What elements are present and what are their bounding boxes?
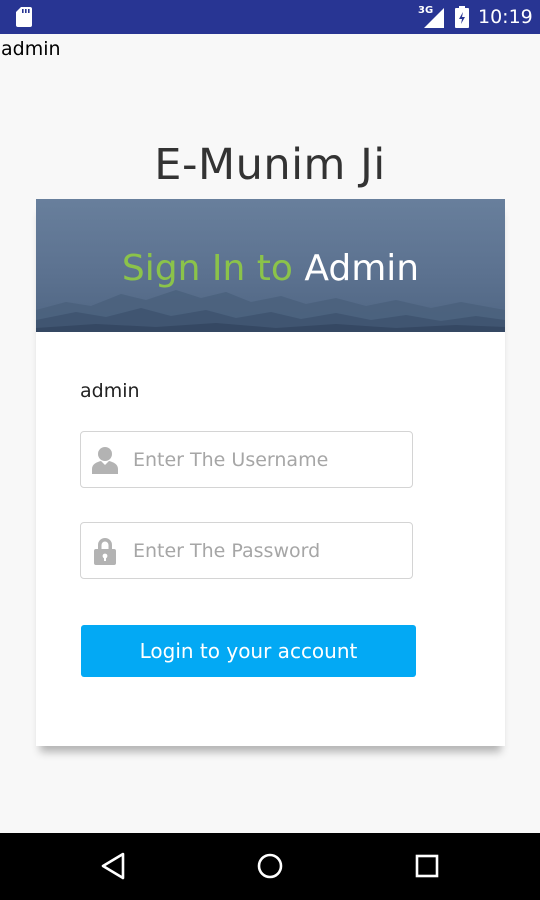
- recents-button[interactable]: [405, 846, 449, 886]
- password-field[interactable]: [80, 522, 413, 579]
- status-bar: 3G 10:19: [0, 0, 540, 34]
- app-title: E-Munim Ji: [154, 140, 386, 190]
- app-label: admin: [1, 38, 61, 60]
- status-clock: 10:19: [478, 6, 533, 28]
- banner-title: Sign In to Admin: [36, 247, 505, 291]
- login-button[interactable]: Login to your account: [81, 625, 416, 677]
- login-card: Sign In to Admin admin Login to your acc…: [36, 199, 505, 746]
- battery-icon: [455, 6, 469, 28]
- banner-title-suffix: Admin: [304, 248, 420, 289]
- home-button[interactable]: [248, 846, 292, 886]
- user-icon: [92, 447, 118, 474]
- home-icon: [257, 853, 283, 879]
- username-input[interactable]: [133, 432, 403, 487]
- form-caption: admin: [80, 380, 140, 402]
- navigation-bar: [0, 833, 540, 900]
- sign-in-banner: Sign In to Admin: [36, 199, 505, 332]
- banner-title-prefix: Sign In to: [121, 248, 293, 289]
- back-button[interactable]: [91, 846, 135, 886]
- recents-icon: [415, 854, 439, 878]
- signal-icon: [424, 8, 444, 28]
- back-icon: [101, 852, 125, 880]
- password-input[interactable]: [133, 523, 403, 578]
- lock-icon: [94, 538, 116, 565]
- sd-card-icon: [16, 7, 32, 27]
- username-field[interactable]: [80, 431, 413, 488]
